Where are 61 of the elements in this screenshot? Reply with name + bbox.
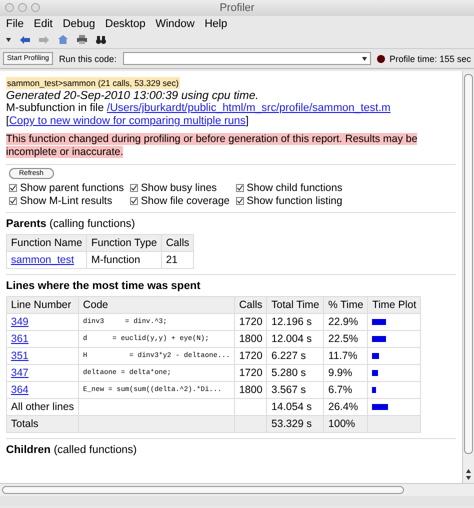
bracket: ]	[246, 115, 249, 127]
table-cell: 11.7%	[324, 348, 368, 364]
column-header: Function Name	[6, 234, 87, 252]
line-link[interactable]: 347	[11, 367, 29, 379]
column-header: Calls	[161, 234, 194, 252]
checkbox-label: Show parent functions	[20, 182, 124, 194]
table-cell: 12.004 s	[266, 330, 324, 348]
table-cell: 3.567 s	[266, 382, 324, 398]
table-cell: Totals	[6, 416, 79, 432]
generated-text: Generated 20-Sep-2010 13:00:39 using cpu time.	[6, 90, 260, 102]
menu-item[interactable]: Window	[155, 18, 195, 30]
table-cell: 1800	[234, 382, 267, 398]
profile-time: Profile time: 155 sec	[389, 54, 471, 64]
table-cell: 6.7%	[324, 382, 368, 398]
column-header: Time Plot	[368, 296, 421, 314]
table-cell: 12.196 s	[266, 314, 324, 330]
function-link[interactable]: sammon_test	[11, 254, 74, 266]
run-code-label: Run this code:	[59, 54, 117, 64]
copy-link[interactable]: Copy to new window for comparing multiple runs	[9, 115, 246, 127]
checkbox-label: Show M-Lint results	[20, 195, 112, 207]
table-cell: 21	[161, 252, 194, 268]
menu-item[interactable]: Edit	[34, 18, 53, 30]
section-heading: Parents (calling functions)	[6, 218, 136, 230]
menu-item[interactable]: Debug	[62, 18, 96, 30]
bracket: [	[6, 115, 10, 127]
table-cell: 9.9%	[324, 364, 368, 382]
section-heading: Children (called functions)	[6, 444, 138, 456]
column-header: Function Type	[86, 234, 162, 252]
checkbox-label: Show file coverage	[140, 195, 230, 207]
column-header: Calls	[234, 296, 267, 314]
file-label: M-subfunction in file	[6, 102, 104, 114]
table-cell: 22.5%	[324, 330, 368, 348]
menu-item[interactable]: File	[6, 18, 24, 30]
warning-message: This function changed during profiling or before generation of this report. Results may be incomplete or inaccurate.	[6, 133, 418, 159]
table-cell: 1720	[234, 314, 267, 330]
file-link[interactable]: /Users/jburkardt/public_html/m_src/profile/sammon_test.m	[106, 102, 391, 114]
table-cell: 22.9%	[324, 314, 368, 330]
column-header: Line Number	[6, 296, 79, 314]
menu-item[interactable]: Help	[204, 18, 228, 30]
line-link[interactable]: 364	[11, 384, 29, 396]
line-link[interactable]: 349	[11, 316, 29, 328]
column-header: Code	[78, 296, 235, 314]
table-cell: 1720	[234, 348, 267, 364]
menu-item[interactable]: Desktop	[105, 18, 146, 30]
table-cell: 100%	[324, 416, 368, 432]
column-header: Total Time	[266, 296, 324, 314]
line-link[interactable]: 361	[11, 333, 29, 345]
table-cell: 53.329 s	[266, 416, 324, 432]
table-cell: M-function	[86, 252, 162, 268]
section-heading: Lines where the most time was spent	[6, 280, 202, 292]
checkbox-label: Show busy lines	[140, 182, 217, 194]
breadcrumb: sammon_test>sammon (21 calls, 53.329 sec)	[6, 77, 180, 89]
checkbox-label: Show function listing	[246, 195, 342, 207]
table-cell: 1800	[234, 330, 267, 348]
column-header: % Time	[324, 296, 368, 314]
table-cell: 1720	[234, 364, 267, 382]
table-cell: 6.227 s	[266, 348, 324, 364]
checkbox-label: Show child functions	[246, 182, 342, 194]
line-link[interactable]: 351	[11, 350, 29, 362]
window-title: Profiler	[220, 2, 254, 14]
table-cell: 5.280 s	[266, 364, 324, 382]
